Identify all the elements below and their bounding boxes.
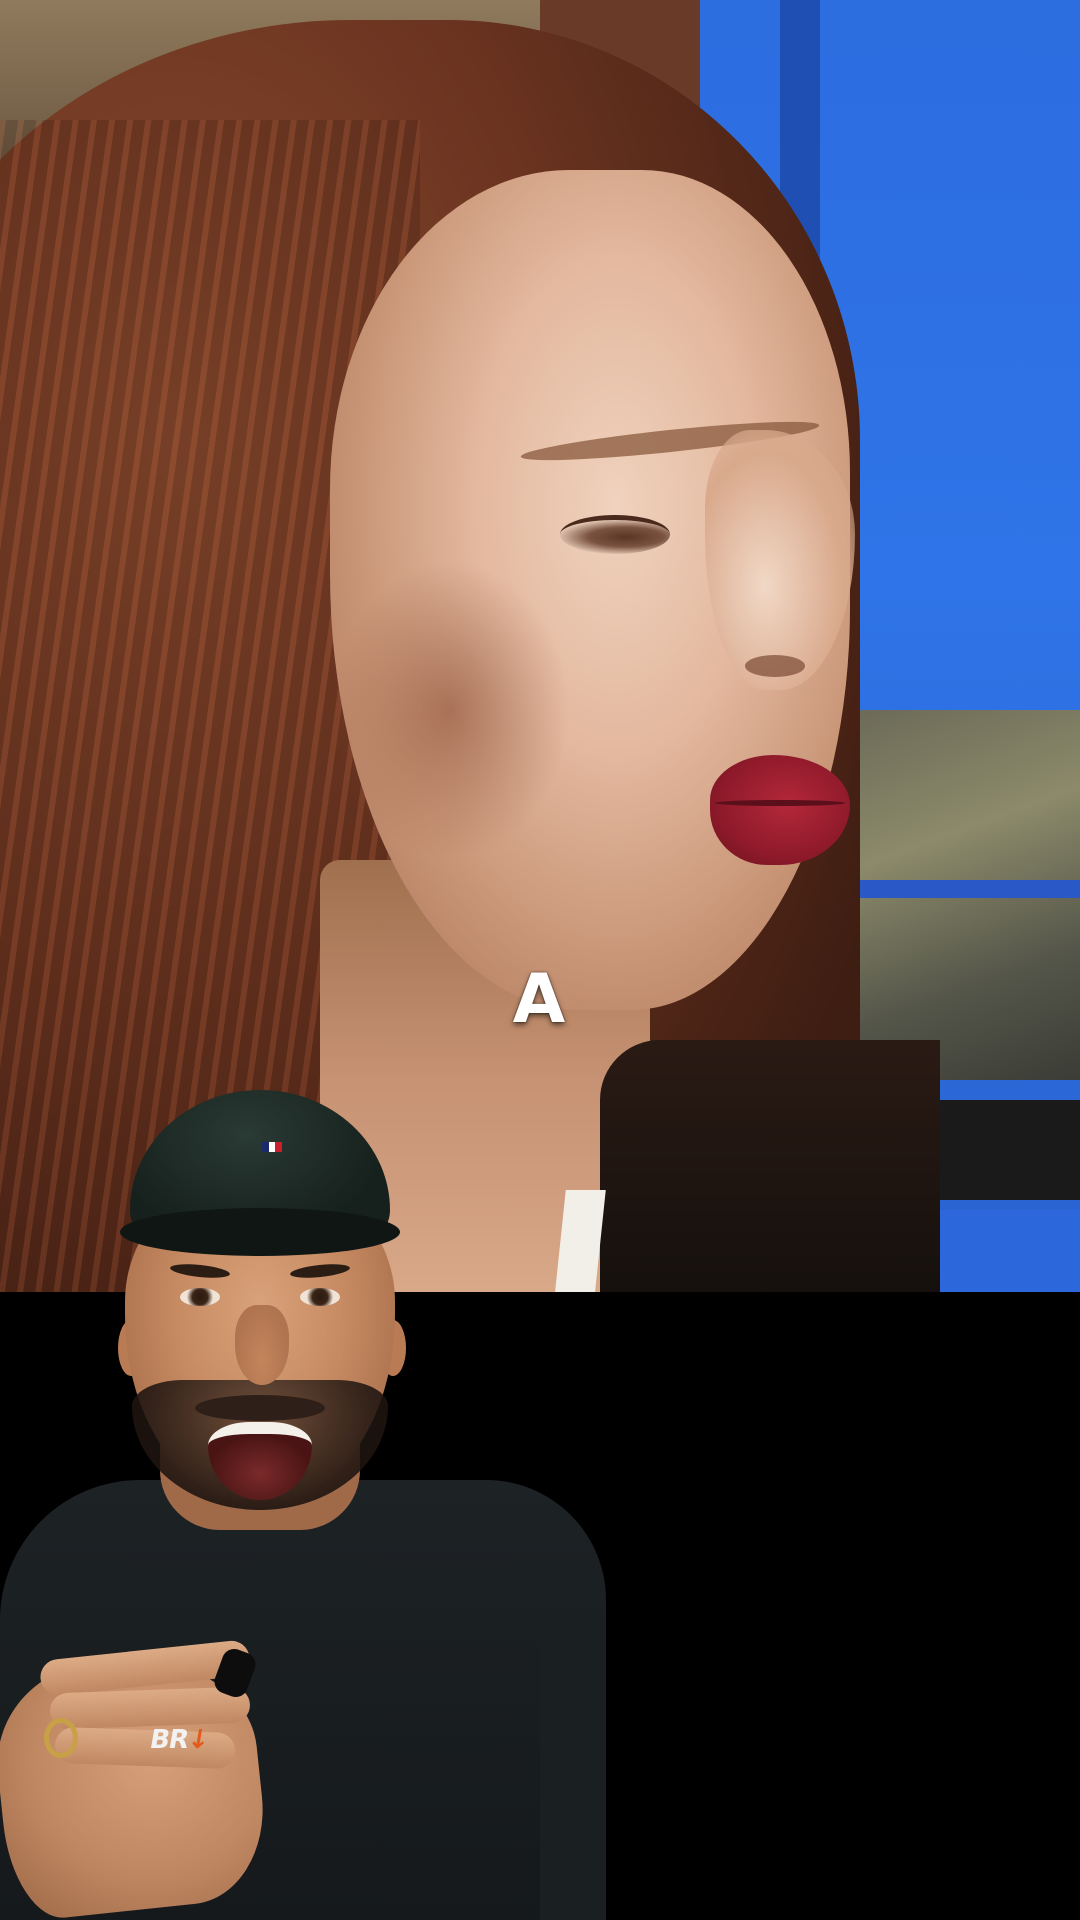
presenter-cap-brim xyxy=(120,1208,400,1256)
flag-logo-icon xyxy=(262,1142,282,1152)
presenter-mustache xyxy=(195,1395,325,1421)
woman-lip-line xyxy=(715,800,845,806)
woman-nostril xyxy=(745,655,805,677)
background-frame-divider xyxy=(840,880,1080,898)
video-frame: A BR↓ xyxy=(0,0,1080,1920)
presenter-eye-right xyxy=(300,1288,340,1306)
presenter-shirt-edge xyxy=(540,1610,606,1920)
woman-jacket xyxy=(600,1040,940,1292)
subtitle-caption: A xyxy=(512,960,568,1039)
ring-icon xyxy=(44,1718,78,1758)
presenter-nose xyxy=(235,1305,289,1385)
woman-eye xyxy=(560,515,670,554)
woman-cheek-shadow xyxy=(330,560,570,860)
presenter-eye-left xyxy=(180,1288,220,1306)
shirt-logo: BR↓ xyxy=(147,1725,211,1755)
presenter-finger xyxy=(49,1686,251,1730)
background-blue-panel xyxy=(940,1210,1080,1292)
shirt-logo-text: BR xyxy=(147,1725,191,1755)
presenter-overlay: BR↓ xyxy=(0,1090,610,1920)
